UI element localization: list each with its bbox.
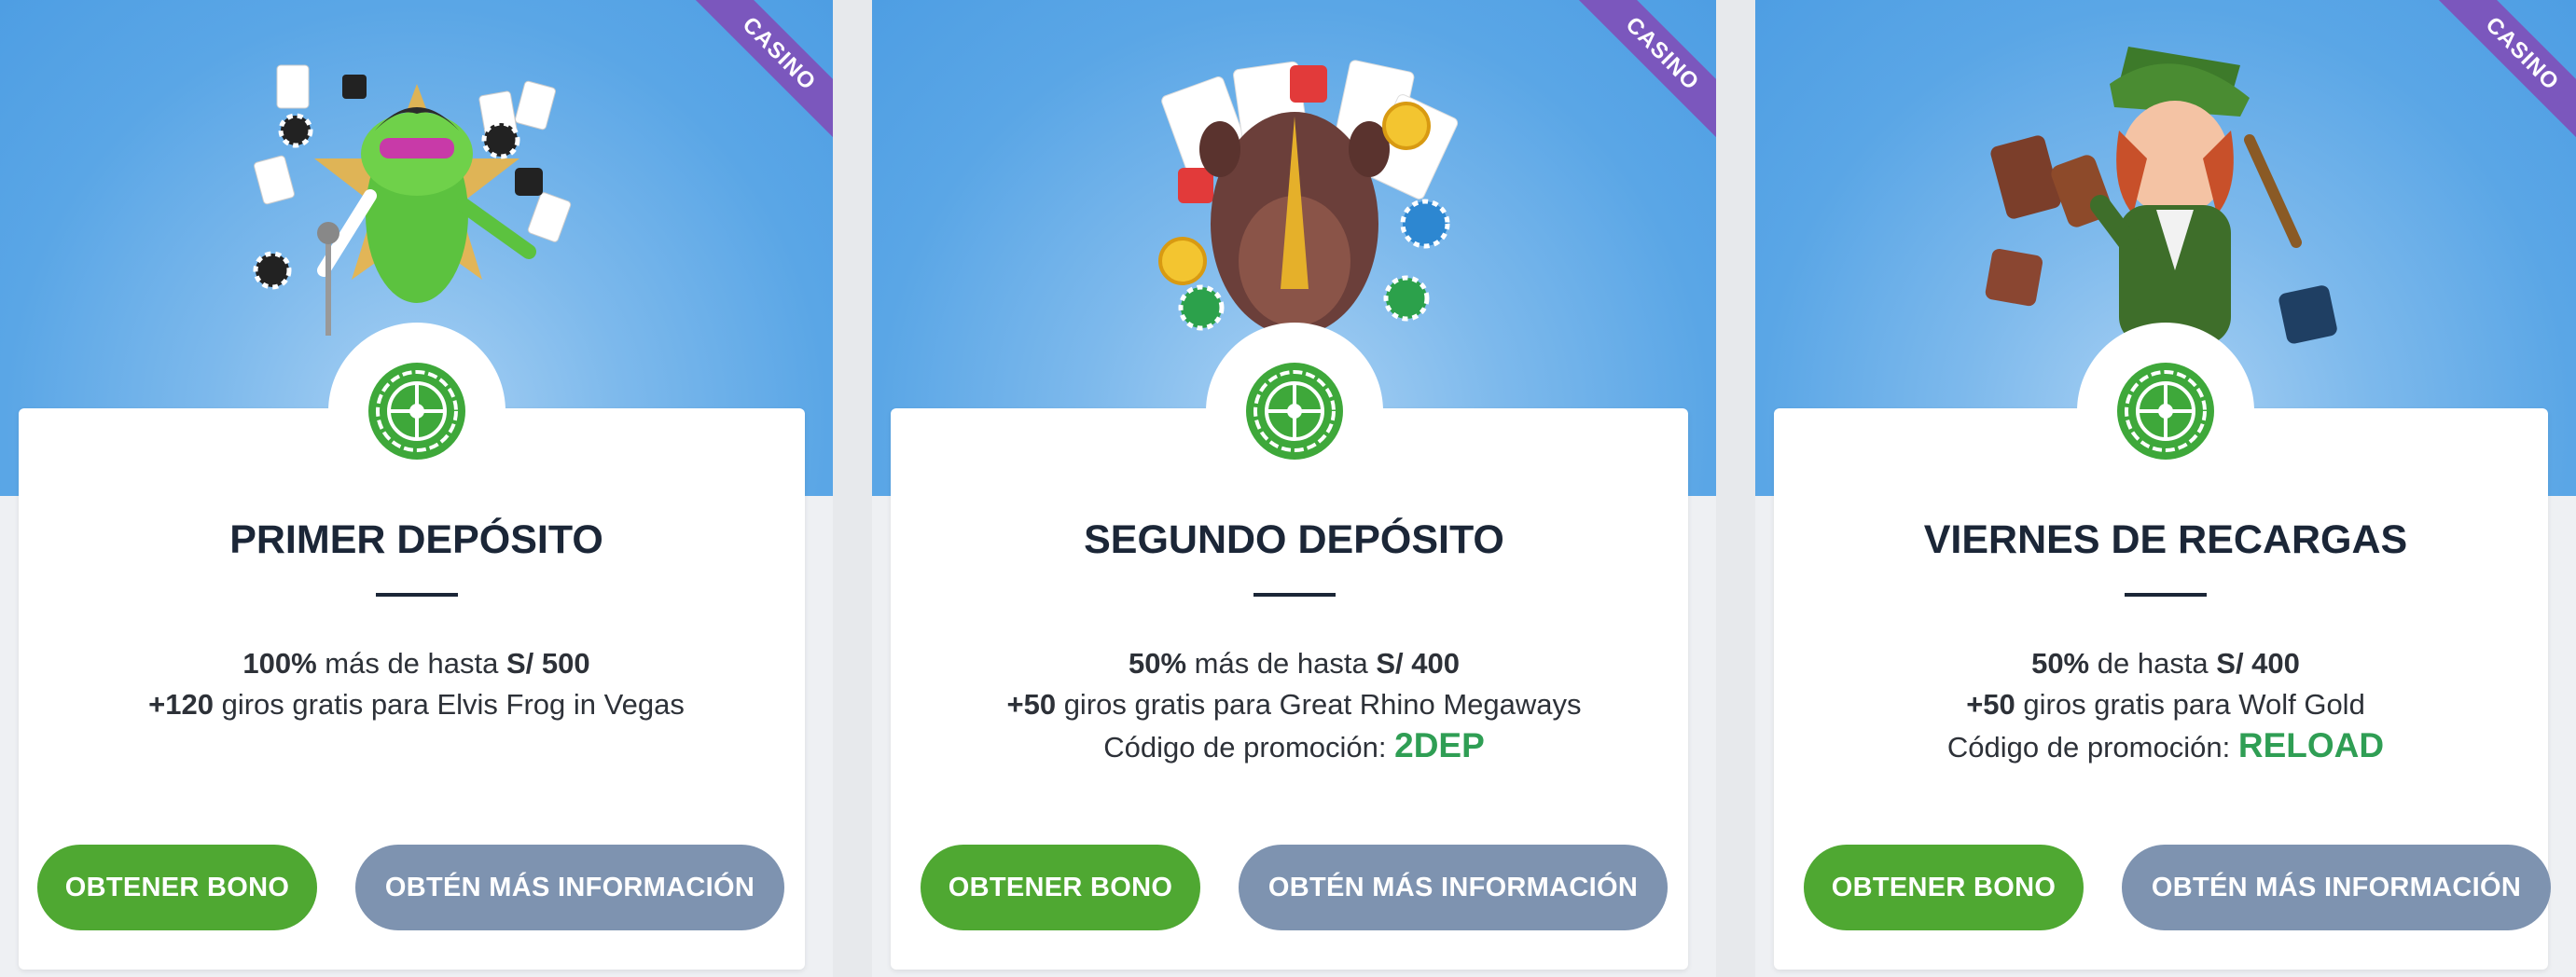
title-underline (2125, 593, 2207, 597)
more-info-button[interactable]: OBTÉN MÁS INFORMACIÓN (2122, 845, 2551, 930)
bonus-line-1: 50% más de hasta S/ 400 (872, 643, 1716, 684)
bonus-card-segundo-deposito: CASINO SEGUNDO DEPÓSITO 50% más de hasta (872, 0, 1716, 977)
bonus-percent: 100% (242, 647, 317, 680)
badge-circle (327, 323, 506, 500)
spins-text: giros gratis para Elvis Frog in Vegas (213, 688, 685, 721)
card-description: 50% de hasta S/ 400 +50 giros gratis par… (1755, 643, 2576, 768)
bonus-card-primer-deposito: CASINO PRIMER DEPÓSITO 100% más de hasta… (0, 0, 833, 977)
spins-count: +120 (148, 688, 214, 721)
bonus-percent: 50% (1128, 647, 1187, 680)
bonus-max: S/ 400 (2216, 647, 2300, 680)
card-description: 50% más de hasta S/ 400 +50 giros gratis… (872, 643, 1716, 768)
title-underline (375, 593, 458, 597)
casino-ribbon: CASINO (1576, 0, 1716, 140)
bonus-line-2: +50 giros gratis para Great Rhino Megawa… (872, 684, 1716, 725)
spins-count: +50 (1966, 688, 2015, 721)
promo-code: 2DEP (1394, 726, 1485, 764)
promo-code: RELOAD (2237, 726, 2385, 764)
promo-line: Código de promoción: 2DEP (872, 725, 1716, 768)
roulette-icon (2117, 363, 2214, 460)
get-bonus-button[interactable]: OBTENER BONO (921, 845, 1200, 930)
get-bonus-button[interactable]: OBTENER BONO (1804, 845, 2084, 930)
bonus-text: más de hasta (1186, 647, 1377, 680)
bonus-line-1: 100% más de hasta S/ 500 (0, 643, 833, 684)
bonus-text: más de hasta (316, 647, 506, 680)
bonus-line-1: 50% de hasta S/ 400 (1755, 643, 2576, 684)
ribbon-label: CASINO (693, 0, 833, 140)
card-title: SEGUNDO DEPÓSITO (1084, 517, 1504, 562)
title-underline (1253, 593, 1336, 597)
casino-ribbon: CASINO (693, 0, 833, 140)
ribbon-label: CASINO (1576, 0, 1716, 140)
more-info-button[interactable]: OBTÉN MÁS INFORMACIÓN (1239, 845, 1668, 930)
badge-circle (1205, 323, 1383, 500)
bonus-percent: 50% (2031, 647, 2090, 680)
bonus-line-2: +50 giros gratis para Wolf Gold (1755, 684, 2576, 725)
bonus-max: S/ 500 (506, 647, 590, 680)
promo-label: Código de promoción: (1946, 731, 2238, 764)
spins-text: giros gratis para Wolf Gold (2015, 688, 2365, 721)
get-bonus-button[interactable]: OBTENER BONO (37, 845, 317, 930)
card-title: VIERNES DE RECARGAS (1923, 517, 2408, 562)
bonus-line-2: +120 giros gratis para Elvis Frog in Veg… (0, 684, 833, 725)
bonus-card-viernes-de-recargas: CASINO VIERNES DE RECARGAS 50% de hasta … (1755, 0, 2576, 977)
bonus-text: de hasta (2089, 647, 2217, 680)
badge-circle (2077, 323, 2254, 500)
spins-count: +50 (1006, 688, 1057, 721)
card-description: 100% más de hasta S/ 500 +120 giros grat… (0, 643, 833, 725)
elvis-frog-art (253, 64, 571, 336)
bonus-max: S/ 400 (1376, 647, 1460, 680)
roulette-icon (367, 363, 465, 460)
leprechaun-art (1985, 47, 2337, 345)
casino-ribbon: CASINO (2436, 0, 2576, 140)
spins-text: giros gratis para Great Rhino Megaways (1056, 688, 1582, 721)
promo-label: Código de promoción: (1103, 731, 1395, 764)
roulette-icon (1245, 363, 1343, 460)
ribbon-label: CASINO (2436, 0, 2576, 140)
more-info-button[interactable]: OBTÉN MÁS INFORMACIÓN (355, 845, 784, 930)
promo-line: Código de promoción: RELOAD (1755, 725, 2576, 768)
rhino-art (1157, 60, 1458, 336)
card-title: PRIMER DEPÓSITO (229, 517, 603, 562)
